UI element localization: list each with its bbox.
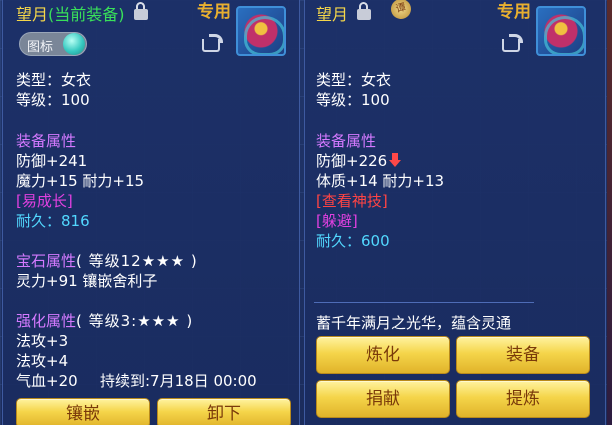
duration-line: 持续到:7月18日 00:00 xyxy=(100,372,257,390)
refine-button[interactable]: 炼化 xyxy=(316,336,450,374)
enhance-line: 法攻+4 xyxy=(16,352,69,370)
enhance-title: 强化属性 xyxy=(16,312,77,330)
compare-item-panel: 望月 谭 专用 类型：女衣 等级：100 装备属性 防御+226 体质+14 耐… xyxy=(304,0,606,425)
attr-title: 装备属性 xyxy=(316,132,377,150)
equipped-tag: (当前装备) xyxy=(48,5,125,24)
level-line: 等级：100 xyxy=(16,91,90,109)
level-line: 等级：100 xyxy=(316,91,390,109)
attr-line-with-arrow: 防御+226 xyxy=(316,152,402,170)
extract-button[interactable]: 提炼 xyxy=(456,380,590,418)
type-line: 类型：女衣 xyxy=(316,71,392,89)
current-equipment-panel: 望月(当前装备) 专用 图标 类型：女衣 等级：100 装备属性 防御+241 … xyxy=(2,0,300,425)
check-skill-link[interactable]: [查看神技] xyxy=(316,192,388,210)
lock-icon[interactable] xyxy=(133,2,148,20)
share-icon[interactable] xyxy=(202,33,226,53)
special-label: 专用 xyxy=(197,2,231,22)
item-description: 蓄千年满月之光华，蕴含灵通 xyxy=(316,314,512,332)
avatar-portrait xyxy=(536,6,586,56)
item-title: 望月(当前装备) xyxy=(16,1,148,25)
enhance-header: 强化属性( 等级3:★★★ ) xyxy=(16,312,193,330)
item-compare-screen: 望月(当前装备) 专用 图标 类型：女衣 等级：100 装备属性 防御+241 … xyxy=(0,0,612,425)
growth-tag: [易成长] xyxy=(16,192,73,210)
description-divider xyxy=(314,302,534,303)
gem-header: 宝石属性( 等级12★★★ ) xyxy=(16,252,198,270)
icon-toggle[interactable]: 图标 xyxy=(19,32,87,56)
durability-value: 816 xyxy=(61,212,90,230)
item-name: 望月 xyxy=(316,5,349,24)
durability-line: 耐久：816 xyxy=(16,212,90,230)
type-line: 类型：女衣 xyxy=(16,71,92,89)
item-name: 望月 xyxy=(16,5,49,24)
attr-line: 魔力+15 耐力+15 xyxy=(16,172,145,190)
attr-line: 体质+14 耐力+13 xyxy=(316,172,445,190)
durability-label: 耐久： xyxy=(16,212,62,230)
gem-line: 灵力+91 镶嵌舍利子 xyxy=(16,272,158,290)
right-edge-decoration xyxy=(607,0,612,425)
inlay-button[interactable]: 镶嵌 xyxy=(16,398,150,425)
icon-toggle-label: 图标 xyxy=(27,40,54,55)
seal-icon: 谭 xyxy=(388,0,414,22)
gem-title: 宝石属性 xyxy=(16,252,77,270)
attr-line: 防御+226 xyxy=(316,152,388,170)
share-icon[interactable] xyxy=(502,33,526,53)
down-arrow-icon xyxy=(389,153,402,167)
unequip-button[interactable]: 卸下 xyxy=(157,398,291,425)
gem-level: ( 等级12★★★ ) xyxy=(76,252,198,270)
durability-label: 耐久： xyxy=(316,232,362,250)
special-label: 专用 xyxy=(497,2,531,22)
enhance-line: 法攻+3 xyxy=(16,332,69,350)
equip-button[interactable]: 装备 xyxy=(456,336,590,374)
durability-line: 耐久：600 xyxy=(316,232,390,250)
donate-button[interactable]: 捐献 xyxy=(316,380,450,418)
attr-title: 装备属性 xyxy=(16,132,77,150)
avatar-portrait xyxy=(236,6,286,56)
attr-line: 防御+241 xyxy=(16,152,88,170)
toggle-knob xyxy=(63,33,85,55)
durability-value: 600 xyxy=(361,232,390,250)
lock-icon[interactable] xyxy=(357,2,372,20)
enhance-level: ( 等级3:★★★ ) xyxy=(76,312,194,330)
dodge-tag: [躲避] xyxy=(316,212,358,230)
item-title: 望月 xyxy=(316,1,372,25)
hp-line: 气血+20 xyxy=(16,372,78,390)
